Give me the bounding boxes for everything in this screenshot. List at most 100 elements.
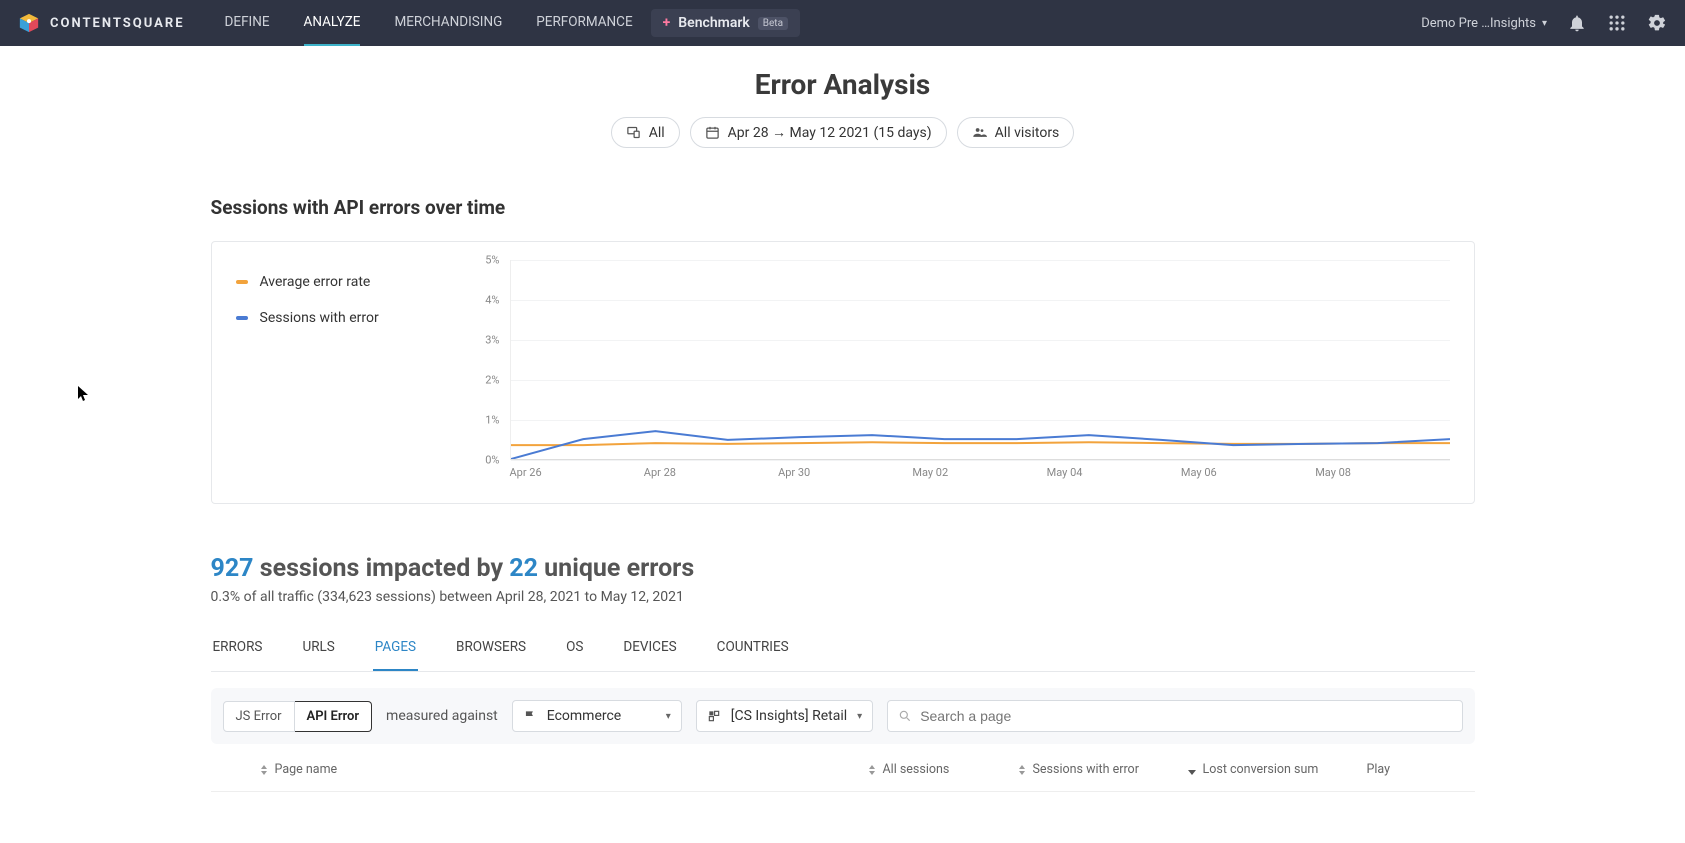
nav-define[interactable]: DEFINE (225, 0, 270, 46)
search-input[interactable] (920, 708, 1451, 724)
legend-swatch-blue (236, 316, 248, 320)
sort-icon (259, 765, 269, 775)
summary-subtitle: 0.3% of all traffic (334,623 sessions) b… (211, 589, 1475, 605)
summary-heading: 927 sessions impacted by 22 unique error… (211, 554, 1475, 583)
toolbar: JS Error API Error measured against Ecom… (211, 688, 1475, 744)
goal-select[interactable]: Ecommerce ▾ (512, 700, 682, 732)
tab-browsers[interactable]: BROWSERS (454, 629, 528, 671)
mapping-selected: [CS Insights] Retail (731, 708, 847, 724)
search-page[interactable] (887, 700, 1462, 732)
legend-avg-error-rate[interactable]: Average error rate (236, 274, 446, 290)
gridline (511, 340, 1450, 341)
chevron-down-icon: ▾ (857, 711, 862, 722)
gridline (511, 300, 1450, 301)
apps-grid-icon[interactable] (1607, 13, 1627, 33)
devices-icon (626, 125, 641, 140)
sort-icon (1017, 765, 1027, 775)
measured-against-label: measured against (386, 708, 498, 724)
api-error-toggle[interactable]: API Error (295, 701, 373, 732)
search-icon (898, 709, 912, 723)
y-tick: 3% (466, 334, 500, 347)
mouse-cursor-icon (78, 386, 90, 402)
nav-merchandising[interactable]: MERCHANDISING (394, 0, 502, 46)
legend-label-orange: Average error rate (260, 274, 371, 290)
errors-count: 22 (509, 554, 538, 583)
y-tick: 2% (466, 374, 500, 387)
beta-badge: Beta (758, 17, 788, 30)
series-line (511, 431, 1450, 459)
x-tick: Apr 30 (778, 466, 912, 479)
legend-label-blue: Sessions with error (260, 310, 379, 326)
date-filter-label: Apr 28 → May 12 2021 (15 days) (728, 124, 932, 141)
brand: CONTENTSQUARE (18, 12, 185, 34)
device-filter[interactable]: All (611, 117, 680, 148)
device-filter-label: All (649, 125, 665, 141)
th-play: Play (1367, 762, 1427, 777)
th-page-name[interactable]: Page name (259, 762, 867, 777)
brand-text: CONTENTSQUARE (50, 16, 185, 31)
filter-pills: All Apr 28 → May 12 2021 (15 days) All v… (0, 117, 1685, 148)
chevron-down-icon: ▾ (1542, 18, 1547, 29)
error-type-toggle: JS Error API Error (223, 701, 373, 732)
gridline (511, 380, 1450, 381)
plus-icon: + (663, 15, 671, 31)
x-tick: May 06 (1181, 466, 1315, 479)
chart-legend: Average error rate Sessions with error (236, 260, 446, 479)
chart-card: Average error rate Sessions with error 5… (211, 241, 1475, 504)
tab-os[interactable]: OS (564, 629, 585, 671)
gridline (511, 260, 1450, 261)
x-tick: Apr 28 (644, 466, 778, 479)
nav-performance[interactable]: PERFORMANCE (536, 0, 632, 46)
table-header: Page name All sessions Sessions with err… (211, 744, 1475, 792)
nav-right: Demo Pre …Insights ▾ (1421, 13, 1667, 33)
date-filter[interactable]: Apr 28 → May 12 2021 (15 days) (690, 117, 947, 148)
x-axis: Apr 26Apr 28Apr 30May 02May 04May 06May … (510, 466, 1450, 479)
x-tick: May 04 (1047, 466, 1181, 479)
y-axis: 5%4%3%2%1%0% (466, 260, 500, 455)
tab-pages[interactable]: PAGES (373, 629, 418, 671)
sort-down-icon (1187, 765, 1197, 775)
chart-area: 5%4%3%2%1%0% Apr 26Apr 28Apr 30May 02May… (466, 260, 1450, 479)
brand-logo-icon (18, 12, 40, 34)
gear-icon[interactable] (1647, 13, 1667, 33)
flag-icon (523, 709, 537, 723)
gridline (511, 460, 1450, 461)
chart-svg (511, 260, 1450, 459)
y-tick: 0% (466, 454, 500, 467)
tab-devices[interactable]: DEVICES (621, 629, 678, 671)
sort-icon (867, 765, 877, 775)
summary-mid: sessions impacted by (254, 554, 510, 583)
calendar-icon (705, 125, 720, 140)
y-tick: 1% (466, 414, 500, 427)
x-tick: Apr 26 (510, 466, 644, 479)
bell-icon[interactable] (1567, 13, 1587, 33)
x-tick: May 08 (1315, 466, 1449, 479)
nav-analyze[interactable]: ANALYZE (304, 0, 361, 46)
js-error-toggle[interactable]: JS Error (223, 701, 295, 732)
workspace-dropdown[interactable]: Demo Pre …Insights ▾ (1421, 16, 1547, 31)
th-lost-conversion[interactable]: Lost conversion sum (1187, 762, 1367, 777)
visitor-filter[interactable]: All visitors (957, 117, 1075, 148)
workspace-label: Demo Pre …Insights (1421, 16, 1536, 31)
tab-errors[interactable]: ERRORS (211, 629, 265, 671)
chart-section-title: Sessions with API errors over time (211, 196, 1475, 219)
people-icon (972, 125, 987, 140)
sessions-count: 927 (211, 554, 254, 583)
gridline (511, 420, 1450, 421)
mapping-select[interactable]: [CS Insights] Retail ▾ (696, 700, 873, 732)
summary-tail: unique errors (538, 554, 694, 583)
tabs: ERRORS URLS PAGES BROWSERS OS DEVICES COUNTRIE… (211, 629, 1475, 672)
nav-items: DEFINE ANALYZE MERCHANDISING PERFORMANCE (225, 0, 633, 46)
y-tick: 4% (466, 294, 500, 307)
visitor-filter-label: All visitors (995, 125, 1060, 141)
benchmark-button[interactable]: + Benchmark Beta (651, 9, 800, 37)
legend-sessions-with-error[interactable]: Sessions with error (236, 310, 446, 326)
th-sessions-error[interactable]: Sessions with error (1017, 762, 1187, 777)
page-title: Error Analysis (0, 68, 1685, 101)
tab-countries[interactable]: COUNTRIES (715, 629, 791, 671)
th-all-sessions[interactable]: All sessions (867, 762, 1017, 777)
tab-urls[interactable]: URLS (300, 629, 336, 671)
legend-swatch-orange (236, 280, 248, 284)
benchmark-label: Benchmark (678, 15, 749, 31)
mapping-icon (707, 709, 721, 723)
